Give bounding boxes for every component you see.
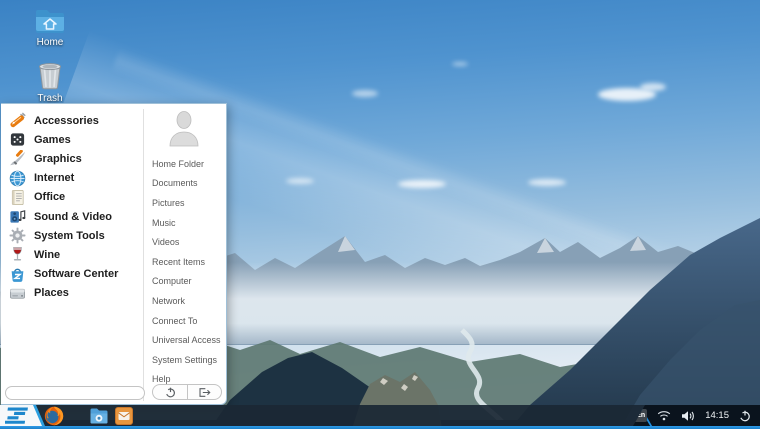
menu-category-games[interactable]: Games	[6, 130, 140, 149]
category-label: Wine	[34, 249, 60, 261]
menu-item-recent-items[interactable]: Recent Items	[144, 252, 224, 272]
menu-item-music[interactable]: Music	[144, 213, 224, 233]
wifi-icon[interactable]	[657, 410, 671, 421]
files-launcher[interactable]	[89, 406, 109, 426]
menu-category-sound-video[interactable]: Sound & Video	[6, 207, 140, 226]
firefox-launcher[interactable]	[44, 406, 64, 426]
tray-items: En 14:15	[634, 405, 760, 426]
menu-item-documents[interactable]: Documents	[144, 174, 224, 194]
system-tray: En 14:15	[633, 405, 760, 426]
cloud	[528, 179, 566, 186]
software-center-icon	[9, 266, 26, 283]
places-column: Home Folder Documents Pictures Music Vid…	[144, 110, 224, 389]
menu-category-graphics[interactable]: Graphics	[6, 149, 140, 168]
desktop-icon-label: Home	[37, 37, 64, 48]
user-avatar-icon	[165, 110, 203, 148]
power-icon	[165, 387, 176, 398]
menu-category-accessories[interactable]: Accessories	[6, 111, 140, 130]
graphics-icon	[9, 150, 26, 167]
cloud	[286, 178, 314, 184]
category-label: Places	[34, 287, 69, 299]
desktop-screen: Home Trash Accessories	[0, 0, 760, 429]
trash-icon	[36, 62, 64, 90]
places-icon	[9, 285, 26, 302]
desktop-icon-trash[interactable]: Trash	[18, 62, 82, 104]
system-tools-icon	[9, 227, 26, 244]
zorin-logo-icon	[5, 407, 29, 424]
cloud	[452, 62, 468, 66]
office-icon	[9, 189, 26, 206]
category-label: System Tools	[34, 230, 105, 242]
cloud	[598, 88, 656, 101]
menu-item-connect-to[interactable]: Connect To	[144, 311, 224, 331]
menu-search-input[interactable]	[5, 386, 145, 400]
sound-video-icon	[9, 208, 26, 225]
power-icon[interactable]	[739, 410, 751, 422]
category-label: Internet	[34, 172, 74, 184]
mail-icon	[114, 406, 134, 426]
volume-icon[interactable]	[681, 410, 695, 422]
cloud	[352, 90, 378, 97]
cloud	[398, 180, 446, 188]
menu-category-wine[interactable]: Wine	[6, 245, 140, 264]
category-label: Sound & Video	[34, 211, 112, 223]
menu-item-videos[interactable]: Videos	[144, 232, 224, 252]
session-buttons	[152, 384, 222, 400]
logout-button[interactable]	[187, 384, 222, 400]
clock[interactable]: 14:15	[705, 410, 729, 421]
menu-category-internet[interactable]: Internet	[6, 169, 140, 188]
menu-item-system-settings[interactable]: System Settings	[144, 350, 224, 370]
category-list: Accessories Games Graphics	[6, 111, 140, 303]
menu-item-home-folder[interactable]: Home Folder	[144, 154, 224, 174]
category-label: Graphics	[34, 153, 82, 165]
menu-item-pictures[interactable]: Pictures	[144, 193, 224, 213]
games-icon	[9, 131, 26, 148]
logout-icon	[198, 387, 211, 398]
user-avatar[interactable]	[144, 110, 224, 154]
category-label: Accessories	[34, 115, 99, 127]
menu-category-software-center[interactable]: Software Center	[6, 265, 140, 284]
menu-category-places[interactable]: Places	[6, 284, 140, 303]
home-folder-icon	[34, 8, 66, 34]
accessories-icon	[9, 112, 26, 129]
category-label: Software Center	[34, 268, 118, 280]
start-menu-button[interactable]	[0, 405, 46, 426]
firefox-icon	[44, 406, 64, 426]
cloud	[640, 83, 666, 91]
shutdown-button[interactable]	[152, 384, 187, 400]
files-icon	[89, 406, 109, 426]
menu-category-system-tools[interactable]: System Tools	[6, 226, 140, 245]
mail-launcher[interactable]	[114, 406, 134, 426]
menu-category-office[interactable]: Office	[6, 188, 140, 207]
category-label: Games	[34, 134, 71, 146]
menu-item-computer[interactable]: Computer	[144, 272, 224, 292]
internet-icon	[9, 170, 26, 187]
start-menu: Accessories Games Graphics	[1, 103, 227, 405]
wine-icon	[9, 246, 26, 263]
menu-item-universal-access[interactable]: Universal Access	[144, 330, 224, 350]
category-label: Office	[34, 191, 65, 203]
taskbar: En 14:15	[0, 405, 760, 429]
menu-item-network[interactable]: Network	[144, 291, 224, 311]
desktop-icon-home[interactable]: Home	[18, 8, 82, 48]
